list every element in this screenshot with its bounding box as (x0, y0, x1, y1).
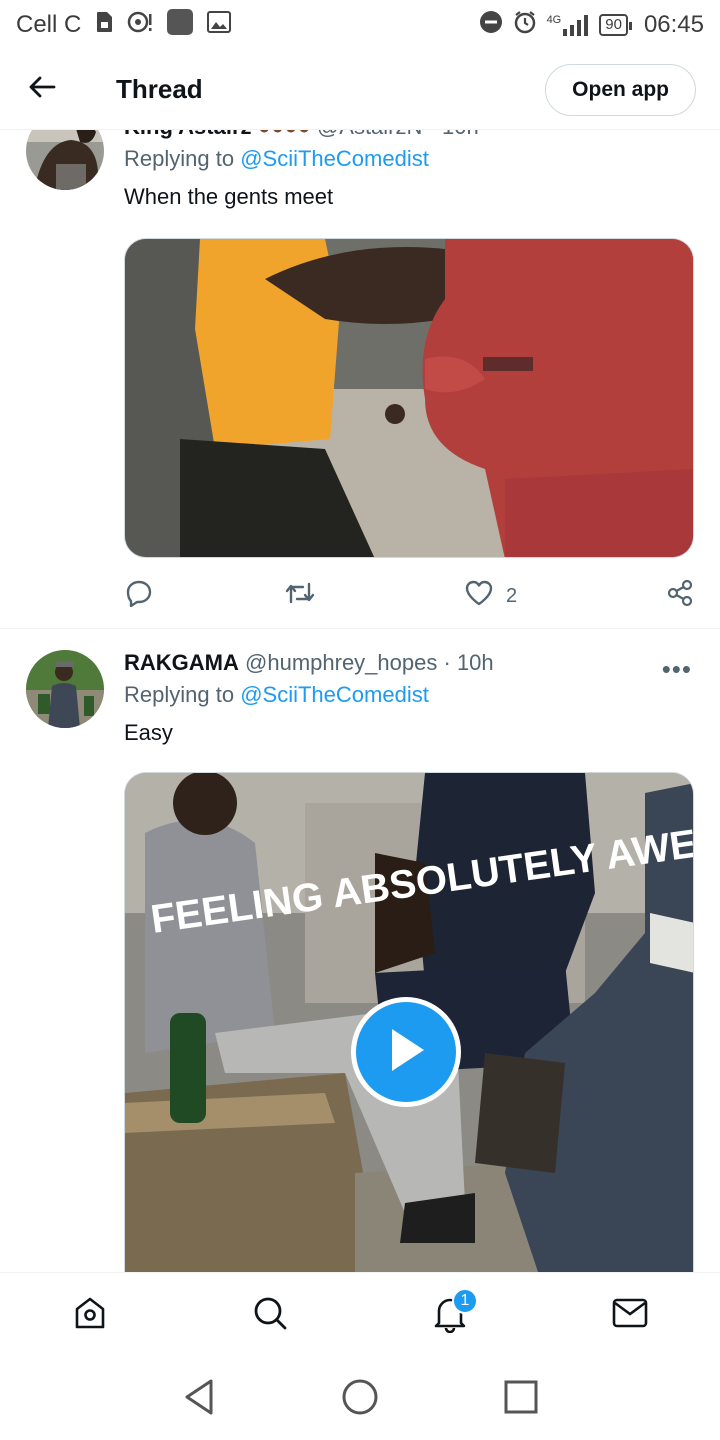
tweet-video[interactable]: FEELING ABSOLUTELY AWESOME TODAY (124, 772, 694, 1272)
heart-icon (464, 579, 494, 613)
battery-indicator: 90 (599, 14, 632, 36)
nav-search[interactable] (240, 1286, 300, 1346)
reply-icon (124, 579, 154, 613)
dnd-icon (479, 10, 503, 41)
display-name[interactable]: RAKGAMA (124, 650, 239, 675)
tweet-actions: 2 (124, 578, 694, 614)
sim-card-icon (95, 11, 113, 40)
nav-home[interactable] (60, 1286, 120, 1346)
system-nav-bar (0, 1358, 720, 1440)
nav-notifications[interactable]: 1 (420, 1286, 480, 1346)
app-notification-icon (167, 8, 194, 42)
system-home-button[interactable] (340, 1377, 380, 1422)
thread-feed[interactable]: King Astairz ●●●● @AstairzN · 10h Replyi… (0, 130, 720, 1272)
avatar[interactable] (26, 130, 104, 190)
tweet-time[interactable]: 10h (457, 650, 494, 675)
like-count: 2 (506, 584, 518, 607)
play-icon (384, 1025, 428, 1080)
system-recents-button[interactable] (503, 1379, 539, 1420)
share-icon (666, 579, 694, 613)
status-bar: Cell C 4G 90 06:45 (0, 0, 720, 50)
replying-to: Replying to @SciiTheComedist (124, 680, 692, 714)
search-icon (251, 1294, 289, 1337)
reply-button[interactable] (124, 579, 284, 613)
retweet-button[interactable] (284, 580, 464, 612)
bottom-nav: 1 (0, 1272, 720, 1358)
tweet[interactable]: King Astairz ●●●● @AstairzN · 10h Replyi… (0, 130, 720, 624)
home-icon (71, 1294, 109, 1337)
wifi-hotspot-icon (127, 11, 153, 40)
tweet-time[interactable]: 10h (442, 130, 479, 139)
signal-icon: 4G (547, 14, 590, 36)
image-notification-icon (207, 10, 232, 40)
like-button[interactable]: 2 (464, 579, 644, 613)
clock: 06:45 (643, 11, 704, 38)
replying-prefix: Replying to (124, 146, 235, 171)
username[interactable]: @AstairzN (317, 130, 422, 139)
mail-icon (611, 1297, 649, 1334)
arrow-left-icon (28, 75, 56, 104)
tweet-meta: RAKGAMA @humphrey_hopes · 10h (124, 650, 494, 675)
thread-header: Thread Open app (0, 50, 720, 130)
emoji-row: ●●●● (258, 130, 311, 139)
username[interactable]: @humphrey_hopes (245, 650, 437, 675)
back-button[interactable] (0, 50, 84, 130)
play-button[interactable] (351, 997, 461, 1107)
notification-badge: 1 (452, 1287, 478, 1314)
open-app-button[interactable]: Open app (545, 63, 696, 116)
nav-messages[interactable] (600, 1286, 660, 1346)
tweet-content: RAKGAMA @humphrey_hopes · 10h Replying t… (124, 648, 692, 748)
alarm-icon (513, 10, 537, 41)
tweet-content: King Astairz ●●●● @AstairzN · 10h Replyi… (124, 130, 692, 212)
tweet-text: When the gents meet (124, 184, 334, 209)
retweet-icon (284, 580, 316, 612)
system-back-button[interactable] (181, 1377, 217, 1422)
mention-link[interactable]: @SciiTheComedist (240, 682, 429, 707)
share-button[interactable] (666, 579, 694, 613)
display-name[interactable]: King Astairz (124, 130, 252, 139)
mention-link[interactable]: @SciiTheComedist (240, 146, 429, 171)
replying-prefix: Replying to (124, 682, 235, 707)
tweet-image[interactable] (124, 238, 694, 558)
more-options-button[interactable]: ••• (662, 654, 692, 685)
tweet-meta: King Astairz ●●●● @AstairzN · 10h (124, 130, 692, 142)
tweet-divider (0, 628, 720, 629)
carrier-label: Cell C (16, 11, 82, 38)
network-type-label: 4G (546, 14, 562, 26)
replying-to: Replying to @SciiTheComedist (124, 144, 692, 178)
tweet-text: Easy (124, 720, 173, 745)
avatar[interactable] (26, 650, 104, 728)
page-title: Thread (116, 74, 203, 104)
tweet[interactable]: RAKGAMA @humphrey_hopes · 10h Replying t… (0, 648, 720, 1272)
